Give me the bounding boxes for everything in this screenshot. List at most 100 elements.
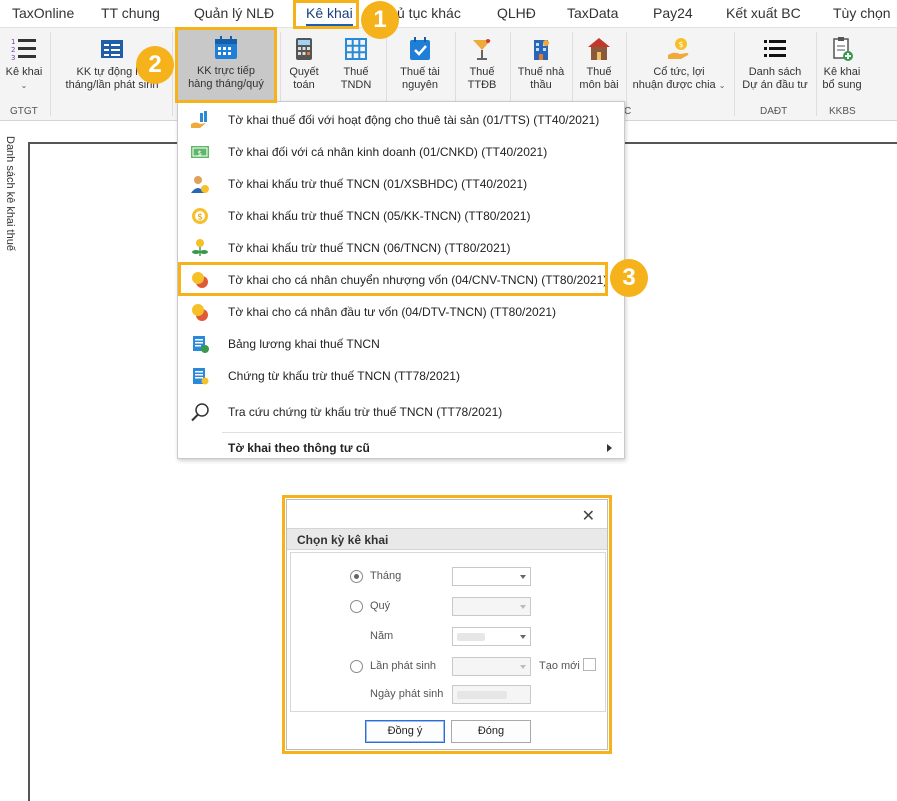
dropdown-item-01-cnkd[interactable]: $ Tờ khai đối với cá nhân kinh doanh (01…	[178, 136, 624, 168]
ribbon-thue-nha-thau-button[interactable]: Thuế nhà thầu	[514, 31, 568, 103]
ribbon-thue-tai-nguyen-line2: nguyên	[401, 79, 439, 91]
ribbon-danh-sach-line2: Dự án đầu tư	[742, 79, 808, 91]
ribbon-separator	[626, 32, 627, 116]
ribbon-ke-khai-bo-sung-button[interactable]: Kê khai bổ sung	[820, 31, 864, 103]
highlight-ke-khai-tab	[293, 0, 359, 29]
ribbon-thue-mon-bai-button[interactable]: Thuế môn bài	[576, 31, 622, 103]
calculator-icon	[290, 35, 318, 63]
grid-icon	[342, 35, 370, 63]
coin-hand-icon: $	[665, 35, 693, 63]
dong-button[interactable]: Đóng	[451, 720, 531, 743]
group-label-gtgt: GTGT	[10, 106, 38, 117]
dropdown-item-label: Tờ khai cho cá nhân đầu tư vốn (04/DTV-T…	[228, 305, 557, 319]
dropdown-item-label: Tờ khai đối với cá nhân kinh doanh (01/C…	[228, 145, 548, 159]
sidebar-vertical-tab[interactable]: Danh sách kê khai thuế	[2, 136, 16, 266]
checkbox-tao-moi[interactable]	[583, 658, 596, 671]
dropdown-item-05-kk-tncn[interactable]: $ Tờ khai khấu trừ thuế TNCN (05/KK-TNCN…	[178, 200, 624, 232]
dropdown-item-label: Tra cứu chứng từ khấu trừ thuế TNCN (TT7…	[228, 405, 503, 419]
ribbon-quyet-toan-button[interactable]: Quyết toán	[284, 31, 324, 103]
list-icon: 123	[10, 35, 38, 63]
combo-quy[interactable]	[452, 597, 531, 616]
menu-taxonline[interactable]: TaxOnline	[12, 5, 74, 21]
ribbon-co-tuc-line2-text: nhuận được chia	[632, 79, 716, 91]
dropdown-item-tra-cuu[interactable]: Tra cứu chứng từ khấu trừ thuế TNCN (TT7…	[178, 396, 624, 428]
step-badge-1: 1	[361, 1, 399, 39]
ribbon-danh-sach-line1: Danh sách	[748, 66, 802, 78]
menu-taxdata[interactable]: TaxData	[567, 5, 618, 21]
ribbon-co-tuc-line1: Cổ tức, lợi	[653, 66, 705, 78]
ribbon-thue-ttdb-button[interactable]: Thuế TTĐB	[460, 31, 504, 103]
dropdown-item-label: Tờ khai khấu trừ thuế TNCN (05/KK-TNCN) …	[228, 209, 531, 223]
ribbon-co-tuc-button[interactable]: $ Cổ tức, lợi nhuận được chia ⌄	[630, 31, 728, 103]
ribbon-quyet-toan-line1: Quyết	[289, 66, 319, 78]
ribbon-separator	[50, 32, 51, 116]
menu-ket-xuat-bc[interactable]: Kết xuất BC	[726, 5, 801, 21]
radio-quy[interactable]	[350, 600, 363, 613]
ribbon-separator	[172, 32, 173, 116]
bar-hand-icon	[190, 110, 210, 130]
dropdown-item-label: Tờ khai khấu trừ thuế TNCN (06/TNCN) (TT…	[228, 241, 511, 255]
dropdown-submenu-thong-tu-cu[interactable]: Tờ khai theo thông tư cũ	[178, 432, 624, 464]
menu-thu-tuc-khac[interactable]: ủ tục khác	[397, 5, 461, 21]
ribbon-separator	[816, 32, 817, 116]
dropdown-item-01-xsbhdc[interactable]: Tờ khai khấu trừ thuế TNCN (01/XSBHDC) (…	[178, 168, 624, 200]
combo-nam[interactable]	[452, 627, 531, 646]
cocktail-icon	[468, 35, 496, 63]
group-label-daat: DAĐT	[760, 106, 788, 117]
ribbon-co-tuc-line2: nhuận được chia ⌄	[630, 79, 728, 92]
ribbon-thue-ttdb-line1: Thuế	[469, 66, 495, 78]
close-icon[interactable]: ✕	[582, 506, 595, 526]
combo-thang[interactable]	[452, 567, 531, 586]
combo-lan-phat-sinh[interactable]	[452, 657, 531, 676]
dropdown-item-04-dtv-tncn[interactable]: Tờ khai cho cá nhân đầu tư vốn (04/DTV-T…	[178, 296, 624, 328]
ribbon-bo-sung-line2: bổ sung	[822, 79, 862, 91]
dropdown-arrow-icon	[520, 575, 526, 579]
dropdown-arrow-icon	[520, 635, 526, 639]
input-ngay-phat-sinh[interactable]	[452, 685, 531, 704]
group-label-c: C	[624, 106, 632, 117]
svg-text:$: $	[679, 40, 684, 49]
menu-pay24[interactable]: Pay24	[653, 5, 693, 21]
chevron-down-icon: ⌄	[20, 81, 28, 90]
menu-tuy-chon[interactable]: Tùy chọn	[833, 5, 891, 21]
money-icon: $	[190, 142, 210, 162]
house-icon	[585, 35, 613, 63]
ribbon-thue-nha-thau-line1: Thuế nhà	[517, 66, 565, 78]
svg-text:3: 3	[11, 54, 15, 62]
ribbon-thue-tndn-button[interactable]: Thuế TNDN	[334, 31, 378, 103]
dropdown-submenu-label: Tờ khai theo thông tư cũ	[228, 441, 370, 455]
menu-qlhd[interactable]: QLHĐ	[497, 5, 536, 21]
ribbon-quyet-toan-line2: toán	[293, 79, 315, 91]
step-badge-3: 3	[610, 259, 648, 297]
dropdown-item-label: Tờ khai khấu trừ thuế TNCN (01/XSBHDC) (…	[228, 177, 528, 191]
dollar-coin-icon: $	[190, 206, 210, 226]
ribbon-ke-khai-button[interactable]: 123 Kê khai ⌄	[2, 31, 46, 103]
table-icon	[98, 35, 126, 63]
ribbon-thue-mon-bai-line2: môn bài	[579, 79, 619, 91]
dropdown-item-01-tts[interactable]: Tờ khai thuế đối với hoạt động cho thuê …	[178, 104, 624, 136]
ribbon-danh-sach-du-an-button[interactable]: Danh sách Dự án đầu tư	[738, 31, 812, 103]
ribbon-thue-nha-thau-line2: thầu	[530, 79, 552, 91]
dropdown-item-bang-luong[interactable]: Bảng lương khai thuế TNCN	[178, 328, 624, 360]
top-menu-bar: TaxOnline TT chung Quản lý NLĐ Kê khai ủ…	[0, 0, 897, 27]
dropdown-item-chung-tu[interactable]: Chứng từ khấu trừ thuế TNCN (TT78/2021)	[178, 360, 624, 392]
ribbon-thue-ttdb-line2: TTĐB	[467, 79, 497, 91]
dong-y-button[interactable]: Đồng ý	[365, 720, 445, 743]
highlight-04-cnv-item	[178, 262, 608, 296]
chevron-right-icon	[607, 444, 612, 452]
radio-thang[interactable]	[350, 570, 363, 583]
dropdown-item-06-tncn[interactable]: Tờ khai khấu trừ thuế TNCN (06/TNCN) (TT…	[178, 232, 624, 264]
ribbon-thue-tai-nguyen-button[interactable]: Thuế tài nguyên	[392, 31, 448, 103]
ribbon-thue-tndn-line2: TNDN	[340, 79, 372, 91]
step-badge-2: 2	[136, 46, 174, 84]
dropdown-arrow-icon	[520, 665, 526, 669]
menu-tt-chung[interactable]: TT chung	[101, 5, 160, 21]
ribbon-bo-sung-line1: Kê khai	[823, 66, 861, 78]
radio-lan-phat-sinh[interactable]	[350, 660, 363, 673]
blurred-value	[457, 633, 485, 641]
ribbon-ke-khai-label: Kê khai	[5, 66, 43, 78]
group-label-kkbs: KKBS	[829, 106, 856, 117]
highlight-kk-truc-tiep	[175, 27, 277, 103]
menu-quan-ly-nld[interactable]: Quản lý NLĐ	[194, 5, 274, 21]
ribbon-separator	[734, 32, 735, 116]
